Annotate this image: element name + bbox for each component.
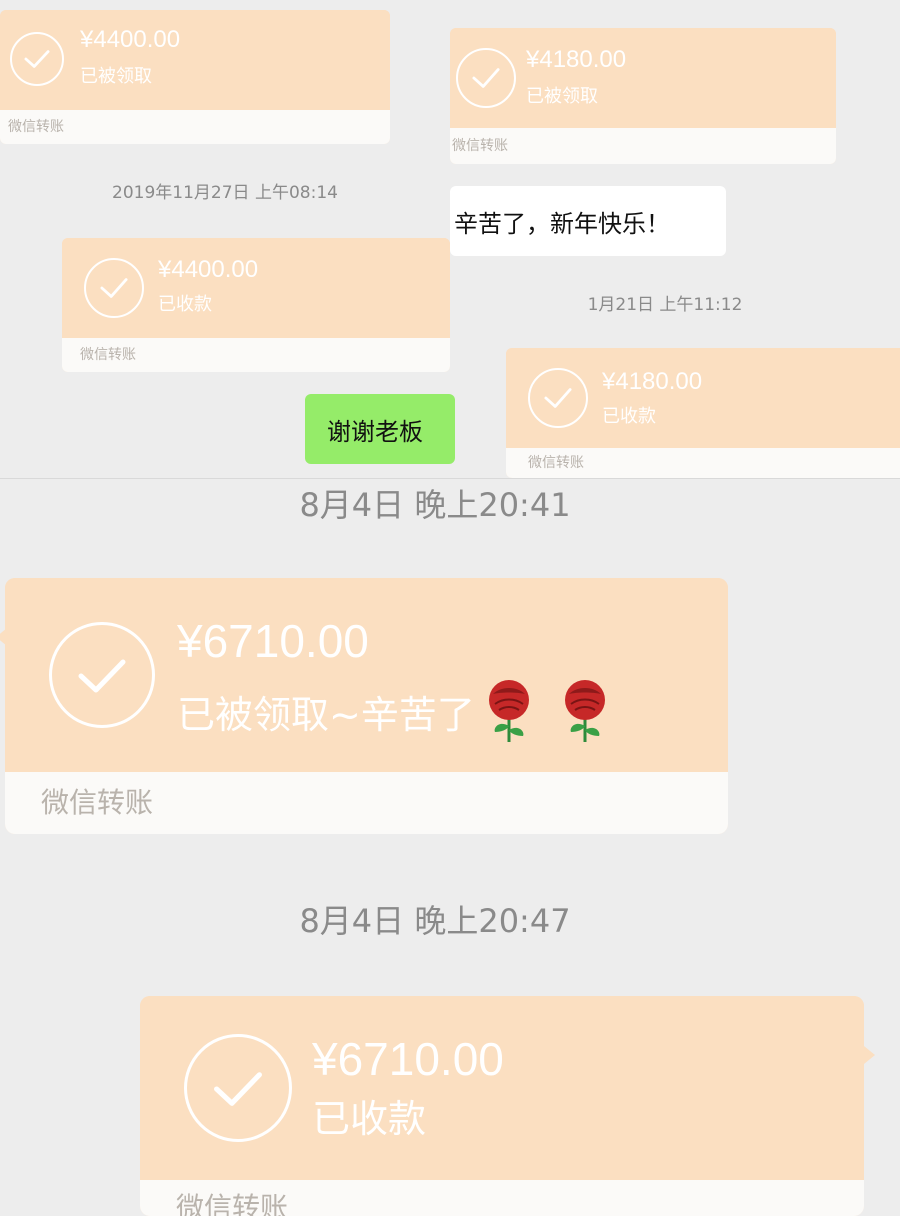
- transfer-status: 已收款: [602, 406, 656, 427]
- transfer-footer: 微信转账: [5, 772, 728, 834]
- transfer-amount: ¥4400.00: [80, 26, 181, 53]
- transfer-status: 已被领取: [80, 66, 152, 87]
- rose-icon: [564, 680, 605, 742]
- transfer-amount: ¥4180.00: [602, 368, 703, 395]
- check-circle-icon: [456, 48, 516, 108]
- screenshot-divider: [0, 478, 900, 479]
- transfer-card-sent-6710[interactable]: ¥6710.00 已被领取~辛苦了 微信转账: [5, 578, 728, 834]
- transfer-card-sent-4180[interactable]: ¥4180.00 已被领取 微信转账: [450, 28, 836, 164]
- rose-icon: [488, 680, 529, 742]
- transfer-amount: ¥4400.00: [158, 256, 259, 283]
- transfer-status: 已被领取~辛苦了: [177, 678, 613, 744]
- transfer-amount: ¥4180.00: [526, 46, 627, 73]
- timestamp: 8月4日 晚上20:41: [299, 486, 571, 524]
- transfer-status-text: 已被领取~辛苦了: [177, 692, 475, 737]
- check-circle-icon: [84, 258, 144, 318]
- transfer-amount: ¥6710.00: [312, 1033, 504, 1085]
- transfer-card-received-4400[interactable]: ¥4400.00 已收款 微信转账: [62, 238, 450, 372]
- timestamp: 2019年11月27日 上午08:14: [112, 183, 338, 203]
- transfer-card-received-6710[interactable]: ¥6710.00 已收款 微信转账: [140, 996, 864, 1216]
- check-circle-icon: [184, 1034, 292, 1142]
- transfer-card-received-4180[interactable]: ¥4180.00 已收款 微信转账: [506, 348, 900, 478]
- transfer-footer: 微信转账: [62, 338, 450, 372]
- timestamp: 8月4日 晚上20:47: [299, 902, 571, 940]
- check-circle-icon: [528, 368, 588, 428]
- transfer-footer: 微信转账: [0, 110, 390, 144]
- transfer-card-sent-4400[interactable]: ¥4400.00 已被领取 微信转账: [0, 10, 390, 144]
- check-circle-icon: [49, 622, 155, 728]
- transfer-status: 已被领取: [526, 86, 598, 107]
- transfer-status: 已收款: [312, 1097, 427, 1141]
- transfer-status: 已收款: [158, 294, 212, 315]
- transfer-amount: ¥6710.00: [177, 615, 369, 667]
- check-circle-icon: [10, 32, 64, 86]
- transfer-footer: 微信转账: [140, 1180, 864, 1216]
- transfer-footer: 微信转账: [506, 448, 900, 478]
- reply-text: 谢谢老板: [327, 417, 423, 446]
- reply-bubble[interactable]: 谢谢老板: [305, 394, 455, 464]
- message-bubble[interactable]: 辛苦了，新年快乐！: [450, 186, 726, 256]
- message-text: 辛苦了，新年快乐！: [454, 209, 670, 238]
- transfer-footer: 微信转账: [450, 128, 836, 164]
- timestamp: 1月21日 上午11:12: [587, 295, 743, 315]
- bubble-tail: [864, 1046, 875, 1064]
